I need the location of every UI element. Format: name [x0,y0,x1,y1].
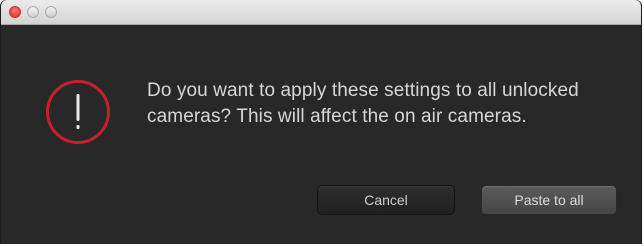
zoom-window-button[interactable] [45,6,57,18]
paste-to-all-button[interactable]: Paste to all [481,185,617,215]
cancel-button[interactable]: Cancel [317,185,455,215]
title-bar[interactable] [1,0,641,25]
close-window-button[interactable] [9,6,21,18]
alert-exclamation-icon [46,80,110,144]
dialog-message: Do you want to apply these settings to a… [147,80,579,127]
dialog-body: Do you want to apply these settings to a… [1,25,641,244]
dialog-window: Do you want to apply these settings to a… [0,0,642,244]
minimize-window-button[interactable] [27,6,39,18]
